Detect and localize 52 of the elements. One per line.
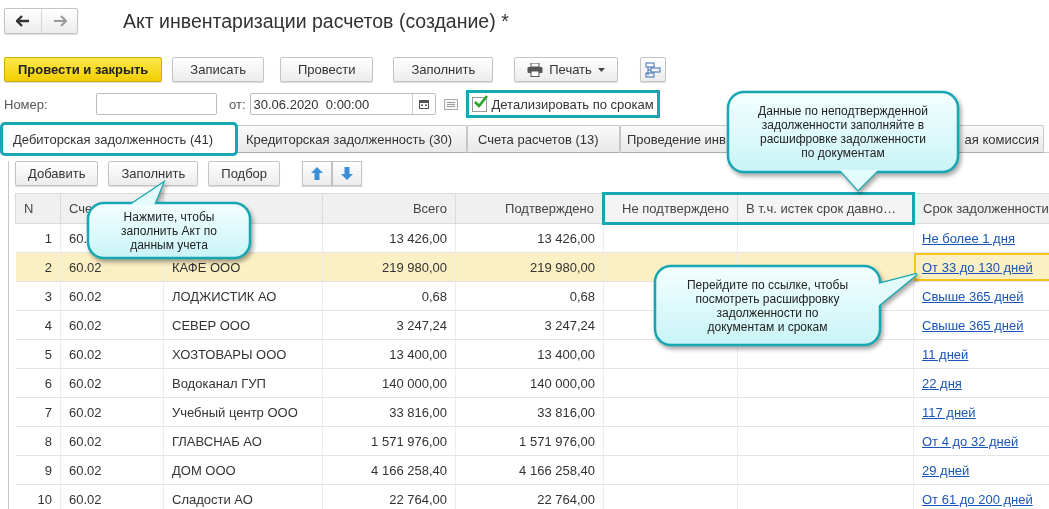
table-cell: 60.02 <box>60 397 164 427</box>
table-cell: 10 <box>15 484 61 509</box>
table-cell: 60.02 <box>60 368 164 398</box>
table-cell: 219 980,00 <box>322 252 456 282</box>
date-value: 30.06.2020 0:00:00 <box>252 96 371 112</box>
checkbox-label: Детализировать по срокам <box>491 96 654 112</box>
date-label: от: <box>229 96 246 112</box>
table-cell: 140 000,00 <box>322 368 456 398</box>
table-cell: 60.02 <box>60 455 164 485</box>
table-cell: 4 166 258,40 <box>322 455 456 485</box>
table-cell: 9 <box>15 455 61 485</box>
table-cell: 22 764,00 <box>322 484 456 509</box>
callout-text: Перейдите по ссылке, чтобы посмотреть расшифровку задолженности по документам и срокам <box>685 277 850 334</box>
table-cell: 2 <box>15 252 61 282</box>
table-cell: 60.02 <box>60 339 164 369</box>
table-cell: Водоканал ГУП <box>163 368 323 398</box>
table-cell: 3 247,24 <box>322 310 456 340</box>
table-cell: 0,68 <box>455 281 604 311</box>
table-cell: 140 000,00 <box>455 368 604 398</box>
table-cell: 13 426,00 <box>455 223 604 253</box>
table-cell: 7 <box>15 397 61 427</box>
table-cell: 60.02 <box>60 281 164 311</box>
table-cell: ГЛАВСНАБ АО <box>163 426 323 456</box>
table-cell: Сладости АО <box>163 484 323 509</box>
table-cell: 60.02 <box>60 310 164 340</box>
table-cell: 6 <box>15 368 61 398</box>
table-cell: ЛОДЖИСТИК АО <box>163 281 323 311</box>
table-cell: 5 <box>15 339 61 369</box>
table-cell: 8 <box>15 426 61 456</box>
table-cell: 4 <box>15 310 61 340</box>
number-label: Номер: <box>4 96 49 112</box>
table-cell: 1 <box>15 223 61 253</box>
table-cell: 1 571 976,00 <box>455 426 604 456</box>
table-cell: 3 247,24 <box>455 310 604 340</box>
table-cell: 13 400,00 <box>322 339 456 369</box>
table-cell: 0,68 <box>322 281 456 311</box>
table-cell: 1 571 976,00 <box>322 426 456 456</box>
table-cell: 4 166 258,40 <box>455 455 604 485</box>
table-cell: СЕВЕР ООО <box>163 310 323 340</box>
table-cell: 22 764,00 <box>455 484 604 509</box>
window-title: Акт инвентаризации расчетов (создание) * <box>123 9 509 33</box>
table-cell: Учебный центр ООО <box>163 397 323 427</box>
table-cell: 13 400,00 <box>455 339 604 369</box>
table-cell: 13 426,00 <box>322 223 456 253</box>
table-cell: 33 816,00 <box>455 397 604 427</box>
table-cell: 60.02 <box>60 426 164 456</box>
table-cell: ХОЗТОВАРЫ ООО <box>163 339 323 369</box>
table-cell: 60.02 <box>60 484 164 509</box>
table-cell: ДОМ ООО <box>163 455 323 485</box>
table-cell: 219 980,00 <box>455 252 604 282</box>
table-cell: 33 816,00 <box>322 397 456 427</box>
table-cell: 3 <box>15 281 61 311</box>
